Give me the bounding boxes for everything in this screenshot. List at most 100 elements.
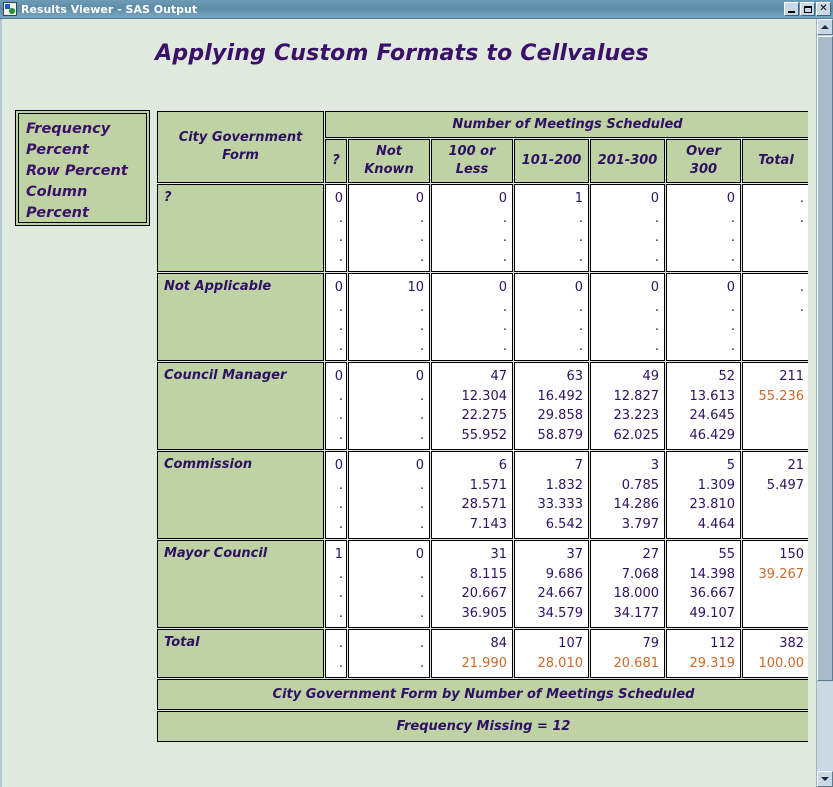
cell-value: .: [419, 477, 424, 493]
cell-value: .: [502, 338, 507, 354]
cell-value: .: [654, 338, 659, 354]
window-title: Results Viewer - SAS Output: [21, 2, 198, 16]
cell-value: 7: [574, 458, 583, 473]
cell-value: .: [578, 249, 583, 265]
cell-value: 47: [490, 369, 507, 384]
cell-value: .: [730, 249, 735, 265]
cell-value: 3: [650, 458, 659, 473]
cell-value: .: [419, 586, 424, 601]
cell-value: .: [338, 338, 343, 354]
cell-value: 150: [779, 547, 805, 562]
cell-value: 20.681: [613, 655, 660, 671]
cell-value: 33.333: [537, 497, 584, 512]
cell-value: 29.858: [537, 408, 584, 423]
vertical-scrollbar[interactable]: [816, 19, 833, 787]
cell-value: .: [799, 191, 805, 206]
column-header: 201-300: [590, 139, 665, 183]
data-cell: 84 21.990: [431, 629, 513, 678]
caption-row: City Government Form by Number of Meetin…: [157, 679, 808, 710]
close-button[interactable]: ✕: [816, 2, 831, 16]
cell-value: 0: [498, 280, 507, 295]
cell-value: .: [730, 230, 735, 245]
cell-value: 0: [334, 369, 343, 384]
minimize-button[interactable]: [784, 2, 799, 16]
data-cell: 0...: [325, 184, 347, 272]
cell-value: 1.832: [545, 477, 583, 493]
sas-output-document: Applying Custom Formats to Cellvalues Fr…: [2, 19, 808, 787]
data-cell: 49 12.827 23.223 62.025: [590, 362, 665, 450]
cell-value: 12.827: [613, 388, 660, 404]
scrollbar-track[interactable]: [817, 682, 833, 770]
cell-value: 34.177: [613, 605, 660, 621]
cell-value: 3.797: [621, 516, 659, 532]
cell-value: 58.879: [537, 427, 584, 443]
row-label: ?: [157, 184, 324, 272]
cell-value: 4.464: [697, 516, 735, 532]
data-cell: 0...: [514, 273, 589, 361]
cell-value: 79: [642, 636, 659, 651]
cell-value: 6.542: [545, 516, 583, 532]
cell-value: .: [419, 566, 424, 582]
cell-value: 31: [490, 547, 507, 562]
data-cell: 0...: [431, 273, 513, 361]
table-row: Commission 0... 0... 6 1.571 28.571 7.143 7 1.83…: [157, 451, 808, 539]
cell-value: .: [654, 210, 659, 226]
data-cell: 5 1.309 23.810 4.464: [666, 451, 741, 539]
scroll-down-button[interactable]: [817, 771, 833, 787]
data-cell: 0...: [348, 362, 430, 450]
cell-value: 39.267: [758, 566, 805, 582]
cell-value: 55: [718, 547, 735, 562]
minimize-icon: [788, 10, 795, 13]
maximize-button[interactable]: [800, 2, 815, 16]
data-cell: 0...: [666, 273, 741, 361]
cell-value: 7.068: [621, 566, 659, 582]
data-cell: 150 39.267: [742, 540, 808, 628]
cell-value: 211: [779, 369, 805, 384]
data-cell: 0...: [325, 451, 347, 539]
table-caption: City Government Form by Number of Meetin…: [157, 679, 808, 710]
cell-value: 36.905: [461, 605, 508, 621]
data-cell: 382 100.00: [742, 629, 808, 678]
cell-value: 10: [407, 280, 424, 295]
cell-value: 1: [574, 191, 583, 206]
cell-value: .: [578, 299, 583, 315]
cell-value: .: [419, 338, 424, 354]
cell-value: 49: [642, 369, 659, 384]
data-cell: ..: [742, 273, 808, 361]
cell-value: .: [730, 319, 735, 334]
cell-value: .: [419, 636, 424, 651]
cell-value: .: [419, 230, 424, 245]
cell-value: .: [654, 230, 659, 245]
data-cell: 0...: [325, 362, 347, 450]
data-cell: 0...: [431, 184, 513, 272]
cell-value: 1: [334, 547, 343, 562]
data-cell: 1...: [325, 540, 347, 628]
cell-value: 62.025: [613, 427, 660, 443]
data-cell: ..: [325, 629, 347, 678]
cell-value: 23.810: [689, 497, 736, 512]
data-cell: 55 14.398 36.667 49.107: [666, 540, 741, 628]
row-label: Council Manager: [157, 362, 324, 450]
cell-value: 0: [334, 280, 343, 295]
cell-value: 52: [718, 369, 735, 384]
cell-value: 46.429: [689, 427, 736, 443]
cell-value: 23.223: [613, 408, 660, 423]
cell-value: .: [338, 427, 343, 443]
scrollbar-thumb[interactable]: [817, 36, 833, 681]
cell-value: 27: [642, 547, 659, 562]
cell-value: .: [799, 280, 805, 295]
column-header: 101-200: [514, 139, 589, 183]
scroll-up-button[interactable]: [817, 19, 833, 35]
cell-value: 12.304: [461, 388, 508, 404]
column-header: 100 or Less: [431, 139, 513, 183]
cell-value: 0.785: [621, 477, 659, 493]
cell-value: .: [654, 319, 659, 334]
data-cell: 1...: [514, 184, 589, 272]
results-viewer-window: Results Viewer - SAS Output ✕ Applying C…: [0, 0, 833, 787]
cell-value: 1.571: [469, 477, 507, 493]
cell-value: 18.000: [613, 586, 660, 601]
cell-value: 0: [574, 280, 583, 295]
cell-value: 24.645: [689, 408, 736, 423]
crosstab-header-row-1: City Government Form Number of Meetings S…: [157, 111, 808, 183]
cell-value: .: [338, 299, 343, 315]
